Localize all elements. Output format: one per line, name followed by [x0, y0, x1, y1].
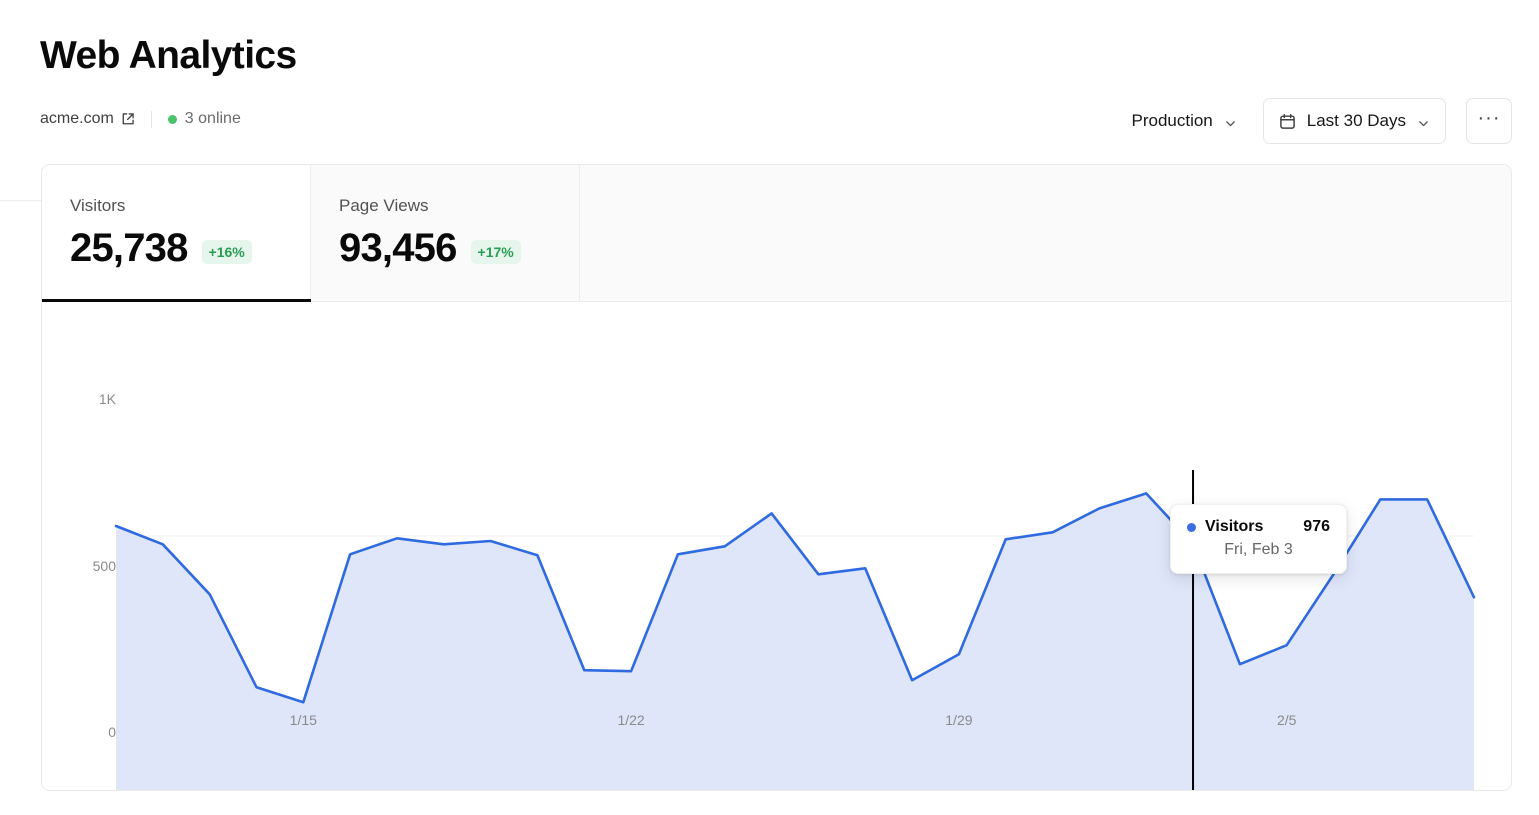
header-rule [0, 200, 41, 201]
tab-page-views-row: 93,456 +17% [339, 228, 579, 268]
more-options-button[interactable]: ··· [1466, 98, 1512, 144]
tab-visitors-badge: +16% [202, 240, 252, 264]
online-dot-icon [168, 115, 177, 124]
tooltip-series-value: 976 [1303, 518, 1330, 536]
calendar-icon [1279, 113, 1296, 130]
tooltip-date: Fri, Feb 3 [1187, 541, 1330, 559]
online-count-label: 3 online [185, 110, 241, 128]
tab-page-views-label: Page Views [339, 196, 579, 216]
x-axis-tick: 2/5 [1277, 712, 1296, 728]
tab-visitors[interactable]: Visitors 25,738 +16% [42, 165, 311, 301]
header-controls: Production Last 30 Days ··· [1117, 98, 1512, 144]
x-axis-tick: 1/22 [617, 712, 644, 728]
environment-label: Production [1131, 111, 1212, 131]
tab-visitors-value: 25,738 [70, 228, 188, 268]
chevron-down-icon [1224, 115, 1237, 128]
chevron-down-icon [1417, 115, 1430, 128]
header-subrow: acme.com 3 online [40, 110, 241, 128]
page-header: Web Analytics acme.com 3 online Producti… [0, 0, 1539, 160]
chart-tooltip: Visitors 976 Fri, Feb 3 [1170, 504, 1347, 574]
tab-page-views-badge: +17% [471, 240, 521, 264]
date-range-select[interactable]: Last 30 Days [1263, 98, 1446, 144]
header-divider [151, 111, 152, 128]
tooltip-series-dot-icon [1187, 523, 1196, 532]
tab-page-views[interactable]: Page Views 93,456 +17% [311, 165, 580, 301]
date-range-label: Last 30 Days [1307, 111, 1406, 131]
web-analytics-page: Web Analytics acme.com 3 online Producti… [0, 0, 1539, 815]
tabs-filler [580, 165, 1511, 301]
online-status: 3 online [168, 110, 241, 128]
tab-visitors-label: Visitors [70, 196, 310, 216]
tooltip-series-row: Visitors 976 [1187, 518, 1330, 536]
x-axis-tick: 1/15 [290, 712, 317, 728]
site-domain-label: acme.com [40, 110, 114, 128]
environment-select[interactable]: Production [1117, 99, 1250, 143]
visitors-chart: 05001K 1/151/221/292/5 Visitors 976 Fri,… [42, 302, 1511, 790]
external-link-icon [121, 112, 135, 126]
page-title: Web Analytics [40, 36, 297, 75]
tooltip-series-name: Visitors [1205, 518, 1263, 536]
metric-tabs: Visitors 25,738 +16% Page Views 93,456 +… [42, 165, 1511, 302]
x-axis-tick: 1/29 [945, 712, 972, 728]
tab-page-views-value: 93,456 [339, 228, 457, 268]
tab-visitors-row: 25,738 +16% [70, 228, 310, 268]
site-domain-link[interactable]: acme.com [40, 110, 135, 128]
analytics-card: Visitors 25,738 +16% Page Views 93,456 +… [41, 164, 1512, 791]
